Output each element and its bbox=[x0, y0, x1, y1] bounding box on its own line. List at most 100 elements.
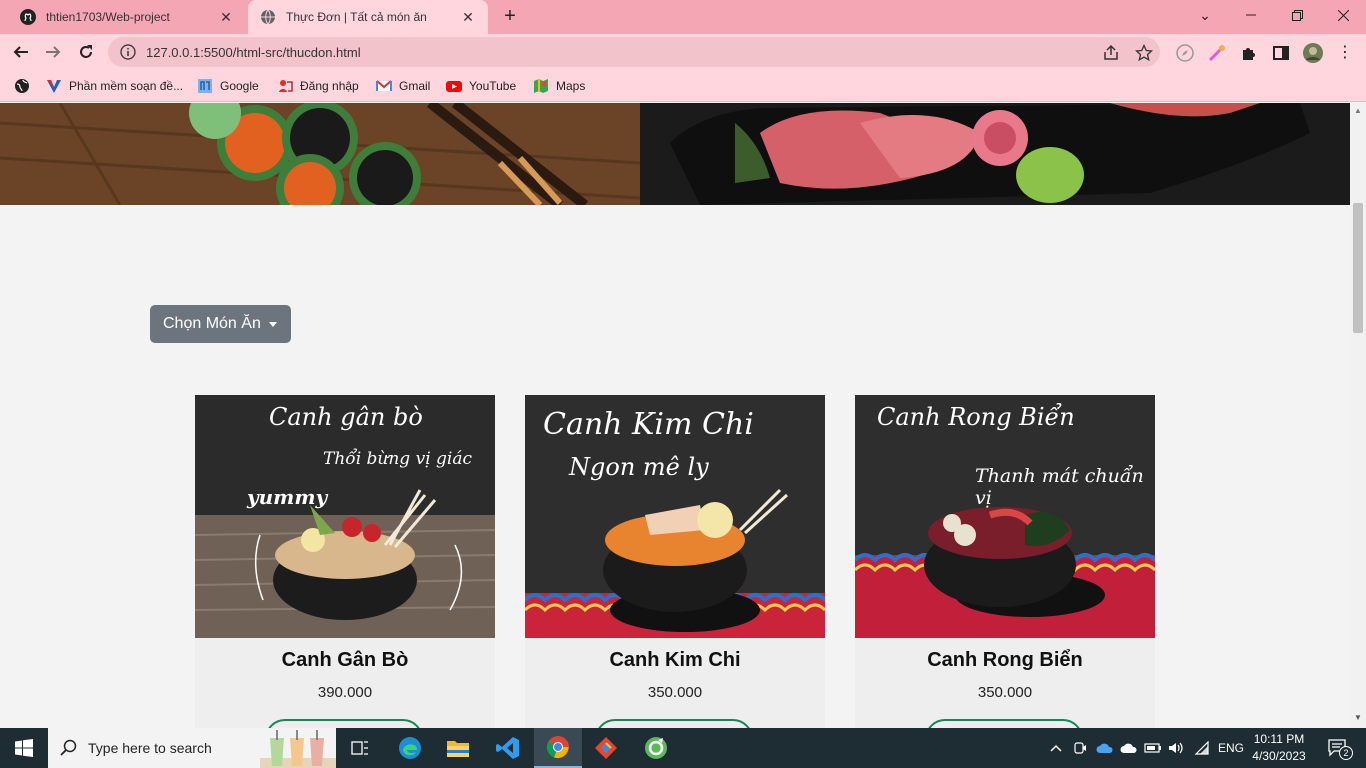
taskbar-file-explorer[interactable] bbox=[434, 728, 482, 768]
reload-button[interactable] bbox=[73, 39, 99, 65]
dish-price: 390.000 bbox=[317, 684, 373, 701]
share-icon[interactable] bbox=[1102, 44, 1120, 62]
image-caption-title: Canh gân bò bbox=[269, 403, 423, 431]
star-icon[interactable] bbox=[1135, 44, 1153, 62]
wifi-icon[interactable] bbox=[1192, 728, 1212, 768]
info-icon bbox=[120, 44, 136, 60]
new-tab-button[interactable]: + bbox=[498, 4, 522, 28]
extensions-puzzle-icon[interactable] bbox=[1239, 43, 1259, 63]
bookmark-gmail[interactable]: Gmail bbox=[376, 77, 430, 95]
url-text: 127.0.0.1:5500/html-src/thucdon.html bbox=[146, 44, 361, 60]
green-circle-app-icon bbox=[645, 737, 667, 759]
windows-taskbar: Type here to search ENG 10:11 PM 4/30/20… bbox=[0, 728, 1366, 768]
arrow-left-icon bbox=[13, 46, 28, 58]
bookmark-label: Đăng nhập bbox=[300, 79, 359, 93]
reload-icon bbox=[80, 45, 92, 58]
system-clock[interactable]: 10:11 PM 4/30/2023 bbox=[1248, 731, 1310, 765]
taskbar-vscode[interactable] bbox=[484, 728, 532, 768]
bookmark-phan-mem[interactable]: Phần mềm soạn đề... bbox=[46, 77, 183, 95]
browser-toolbar: 127.0.0.1:5500/html-src/thucdon.html ⋮ bbox=[0, 34, 1366, 70]
restore-button[interactable] bbox=[1274, 0, 1320, 30]
dish-name: Canh Kim Chi bbox=[609, 649, 741, 671]
order-button[interactable] bbox=[925, 719, 1083, 728]
bookmark-label: Google bbox=[220, 79, 259, 93]
order-button[interactable] bbox=[265, 719, 423, 728]
image-caption-subtitle: Ngon mê ly bbox=[569, 453, 709, 481]
taskbar-search-box[interactable]: Type here to search bbox=[48, 728, 336, 768]
page-scrollbar[interactable]: ▲ ▼ bbox=[1350, 103, 1366, 728]
image-caption-subtitle: Thổi bừng vị giác bbox=[323, 449, 473, 469]
close-window-button[interactable] bbox=[1320, 0, 1366, 30]
dish-price: 350.000 bbox=[977, 684, 1033, 701]
battery-icon[interactable] bbox=[1142, 728, 1164, 768]
github-icon bbox=[20, 9, 36, 25]
page-viewport: Chọn Món Ăn Canh gân bò Thổi bừng vị giá… bbox=[0, 103, 1350, 728]
close-tab-icon[interactable]: ✕ bbox=[218, 9, 234, 26]
dish-name: Canh Gân Bò bbox=[281, 649, 409, 671]
tab-search-icon[interactable]: ⌄ bbox=[1182, 0, 1228, 30]
tab-thucdon[interactable]: Thực Đơn | Tất cả món ăn ✕ bbox=[248, 0, 488, 34]
bookmark-google[interactable]: Google bbox=[197, 77, 259, 95]
globe-bookmark-icon[interactable] bbox=[14, 78, 30, 94]
dropdown-label: Chọn Món Ăn bbox=[163, 315, 261, 332]
forward-button[interactable] bbox=[40, 39, 66, 65]
address-bar[interactable]: 127.0.0.1:5500/html-src/thucdon.html bbox=[108, 37, 1160, 67]
volume-icon[interactable] bbox=[1166, 728, 1186, 768]
taskbar-green-app[interactable] bbox=[632, 728, 680, 768]
profile-avatar[interactable] bbox=[1302, 42, 1324, 64]
bookmark-maps[interactable]: Maps bbox=[533, 77, 585, 95]
dish-card: Canh gân bò Thổi bừng vị giác yummy Canh… bbox=[195, 395, 495, 728]
scroll-up-arrow-icon[interactable]: ▲ bbox=[1354, 106, 1362, 115]
bookmarks-bar: Phần mềm soạn đề... Google Đăng nhập Gma… bbox=[0, 70, 1366, 102]
bookmark-label: Gmail bbox=[399, 79, 431, 93]
start-button[interactable] bbox=[0, 728, 48, 768]
meet-now-icon[interactable] bbox=[1070, 728, 1090, 768]
language-indicator[interactable]: ENG bbox=[1214, 728, 1248, 768]
tab-github[interactable]: thtien1703/Web-project ✕ bbox=[8, 0, 246, 34]
maps-icon bbox=[534, 79, 548, 93]
taskbar-git-app[interactable] bbox=[582, 728, 630, 768]
choose-dish-dropdown[interactable]: Chọn Món Ăn bbox=[150, 305, 291, 343]
google-icon bbox=[198, 79, 212, 93]
tab-title: Thực Đơn | Tất cả món ăn bbox=[286, 10, 427, 24]
taskbar-chrome[interactable] bbox=[534, 728, 582, 768]
side-panel-icon[interactable] bbox=[1271, 43, 1291, 63]
tab-title: thtien1703/Web-project bbox=[46, 10, 170, 24]
clock-date: 4/30/2023 bbox=[1252, 749, 1306, 763]
bubble-tea-icon bbox=[260, 730, 336, 768]
minimize-button[interactable] bbox=[1228, 0, 1274, 30]
order-button[interactable] bbox=[595, 719, 753, 728]
compass-extension-icon[interactable] bbox=[1175, 43, 1195, 63]
show-hidden-icons-chevron[interactable] bbox=[1046, 728, 1066, 768]
windows-logo-icon bbox=[15, 739, 33, 757]
color-picker-extension-icon[interactable] bbox=[1207, 43, 1227, 63]
notification-center-button[interactable]: 2 bbox=[1318, 728, 1358, 768]
onedrive-icon[interactable] bbox=[1094, 728, 1116, 768]
vscode-icon bbox=[496, 737, 519, 759]
folder-icon bbox=[447, 741, 469, 757]
bookmark-label: Maps bbox=[556, 79, 586, 93]
bookmark-label: Phần mềm soạn đề... bbox=[69, 79, 184, 93]
image-caption-title: Canh Kim Chi bbox=[543, 407, 754, 442]
globe-icon bbox=[261, 9, 275, 25]
back-button[interactable] bbox=[8, 39, 34, 65]
bookmark-dang-nhap[interactable]: Đăng nhập bbox=[277, 77, 359, 95]
image-caption-title: Canh Rong Biển bbox=[877, 403, 1075, 431]
close-tab-icon[interactable]: ✕ bbox=[460, 9, 476, 26]
task-view-button[interactable] bbox=[336, 728, 384, 768]
tab-strip: thtien1703/Web-project ✕ Thực Đơn | Tất … bbox=[0, 0, 1366, 34]
image-caption-subtitle: Thanh mát chuẩn vị bbox=[975, 465, 1144, 509]
cloud-icon[interactable] bbox=[1118, 728, 1140, 768]
scrollbar-thumb[interactable] bbox=[1353, 203, 1363, 333]
chrome-icon bbox=[546, 736, 569, 759]
caret-down-icon bbox=[268, 321, 277, 327]
bookmark-youtube[interactable]: YouTube bbox=[446, 77, 516, 95]
clock-time: 10:11 PM bbox=[1253, 732, 1305, 746]
more-menu-icon[interactable]: ⋮ bbox=[1337, 42, 1353, 64]
git-diamond-icon bbox=[595, 737, 617, 759]
scroll-down-arrow-icon[interactable]: ▼ bbox=[1354, 713, 1362, 722]
image-caption-yummy: yummy bbox=[247, 485, 328, 509]
taskbar-edge[interactable] bbox=[386, 728, 434, 768]
search-placeholder: Type here to search bbox=[88, 740, 212, 756]
dish-name: Canh Rong Biển bbox=[927, 649, 1083, 671]
